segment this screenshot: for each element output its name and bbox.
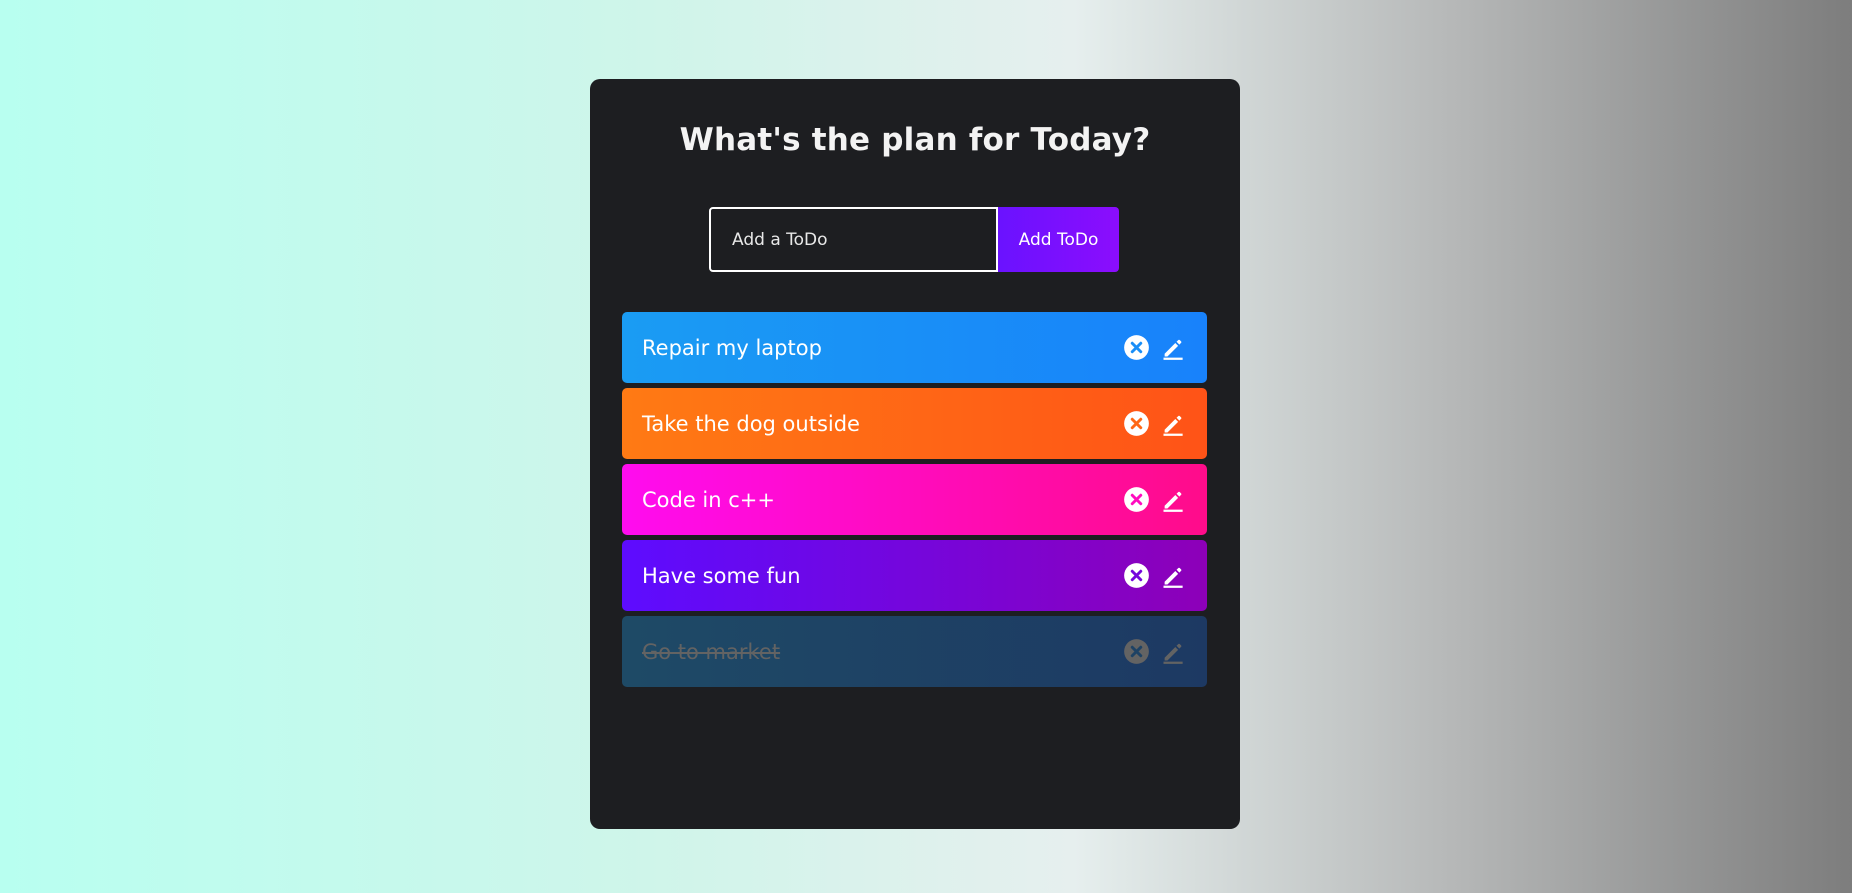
todo-text[interactable]: Repair my laptop <box>642 336 822 360</box>
todo-actions <box>1123 410 1186 437</box>
add-todo-button[interactable]: Add ToDo <box>998 207 1119 272</box>
todo-form: Add ToDo <box>709 207 1119 272</box>
todo-text[interactable]: Take the dog outside <box>642 412 860 436</box>
close-circle-icon[interactable] <box>1123 562 1150 589</box>
close-circle-icon[interactable] <box>1123 410 1150 437</box>
todo-item-completed[interactable]: Go to market <box>622 616 1207 687</box>
close-circle-icon[interactable] <box>1123 638 1150 665</box>
todo-item[interactable]: Have some fun <box>622 540 1207 611</box>
todo-actions <box>1123 334 1186 361</box>
edit-pencil-icon[interactable] <box>1159 562 1186 589</box>
close-circle-icon[interactable] <box>1123 486 1150 513</box>
edit-pencil-icon[interactable] <box>1159 410 1186 437</box>
page-title: What's the plan for Today? <box>679 122 1151 158</box>
edit-pencil-icon[interactable] <box>1159 638 1186 665</box>
todo-item[interactable]: Take the dog outside <box>622 388 1207 459</box>
todo-item[interactable]: Code in c++ <box>622 464 1207 535</box>
todo-app: What's the plan for Today? Add ToDo Repa… <box>590 79 1240 829</box>
todo-text[interactable]: Have some fun <box>642 564 801 588</box>
todo-input[interactable] <box>709 207 998 272</box>
close-circle-icon[interactable] <box>1123 334 1150 361</box>
edit-pencil-icon[interactable] <box>1159 486 1186 513</box>
todo-actions <box>1123 486 1186 513</box>
todo-item[interactable]: Repair my laptop <box>622 312 1207 383</box>
todo-list: Repair my laptop Take the dog outside Co… <box>622 312 1207 692</box>
todo-actions <box>1123 562 1186 589</box>
todo-actions <box>1123 638 1186 665</box>
edit-pencil-icon[interactable] <box>1159 334 1186 361</box>
todo-text[interactable]: Code in c++ <box>642 488 775 512</box>
todo-text[interactable]: Go to market <box>642 640 780 664</box>
